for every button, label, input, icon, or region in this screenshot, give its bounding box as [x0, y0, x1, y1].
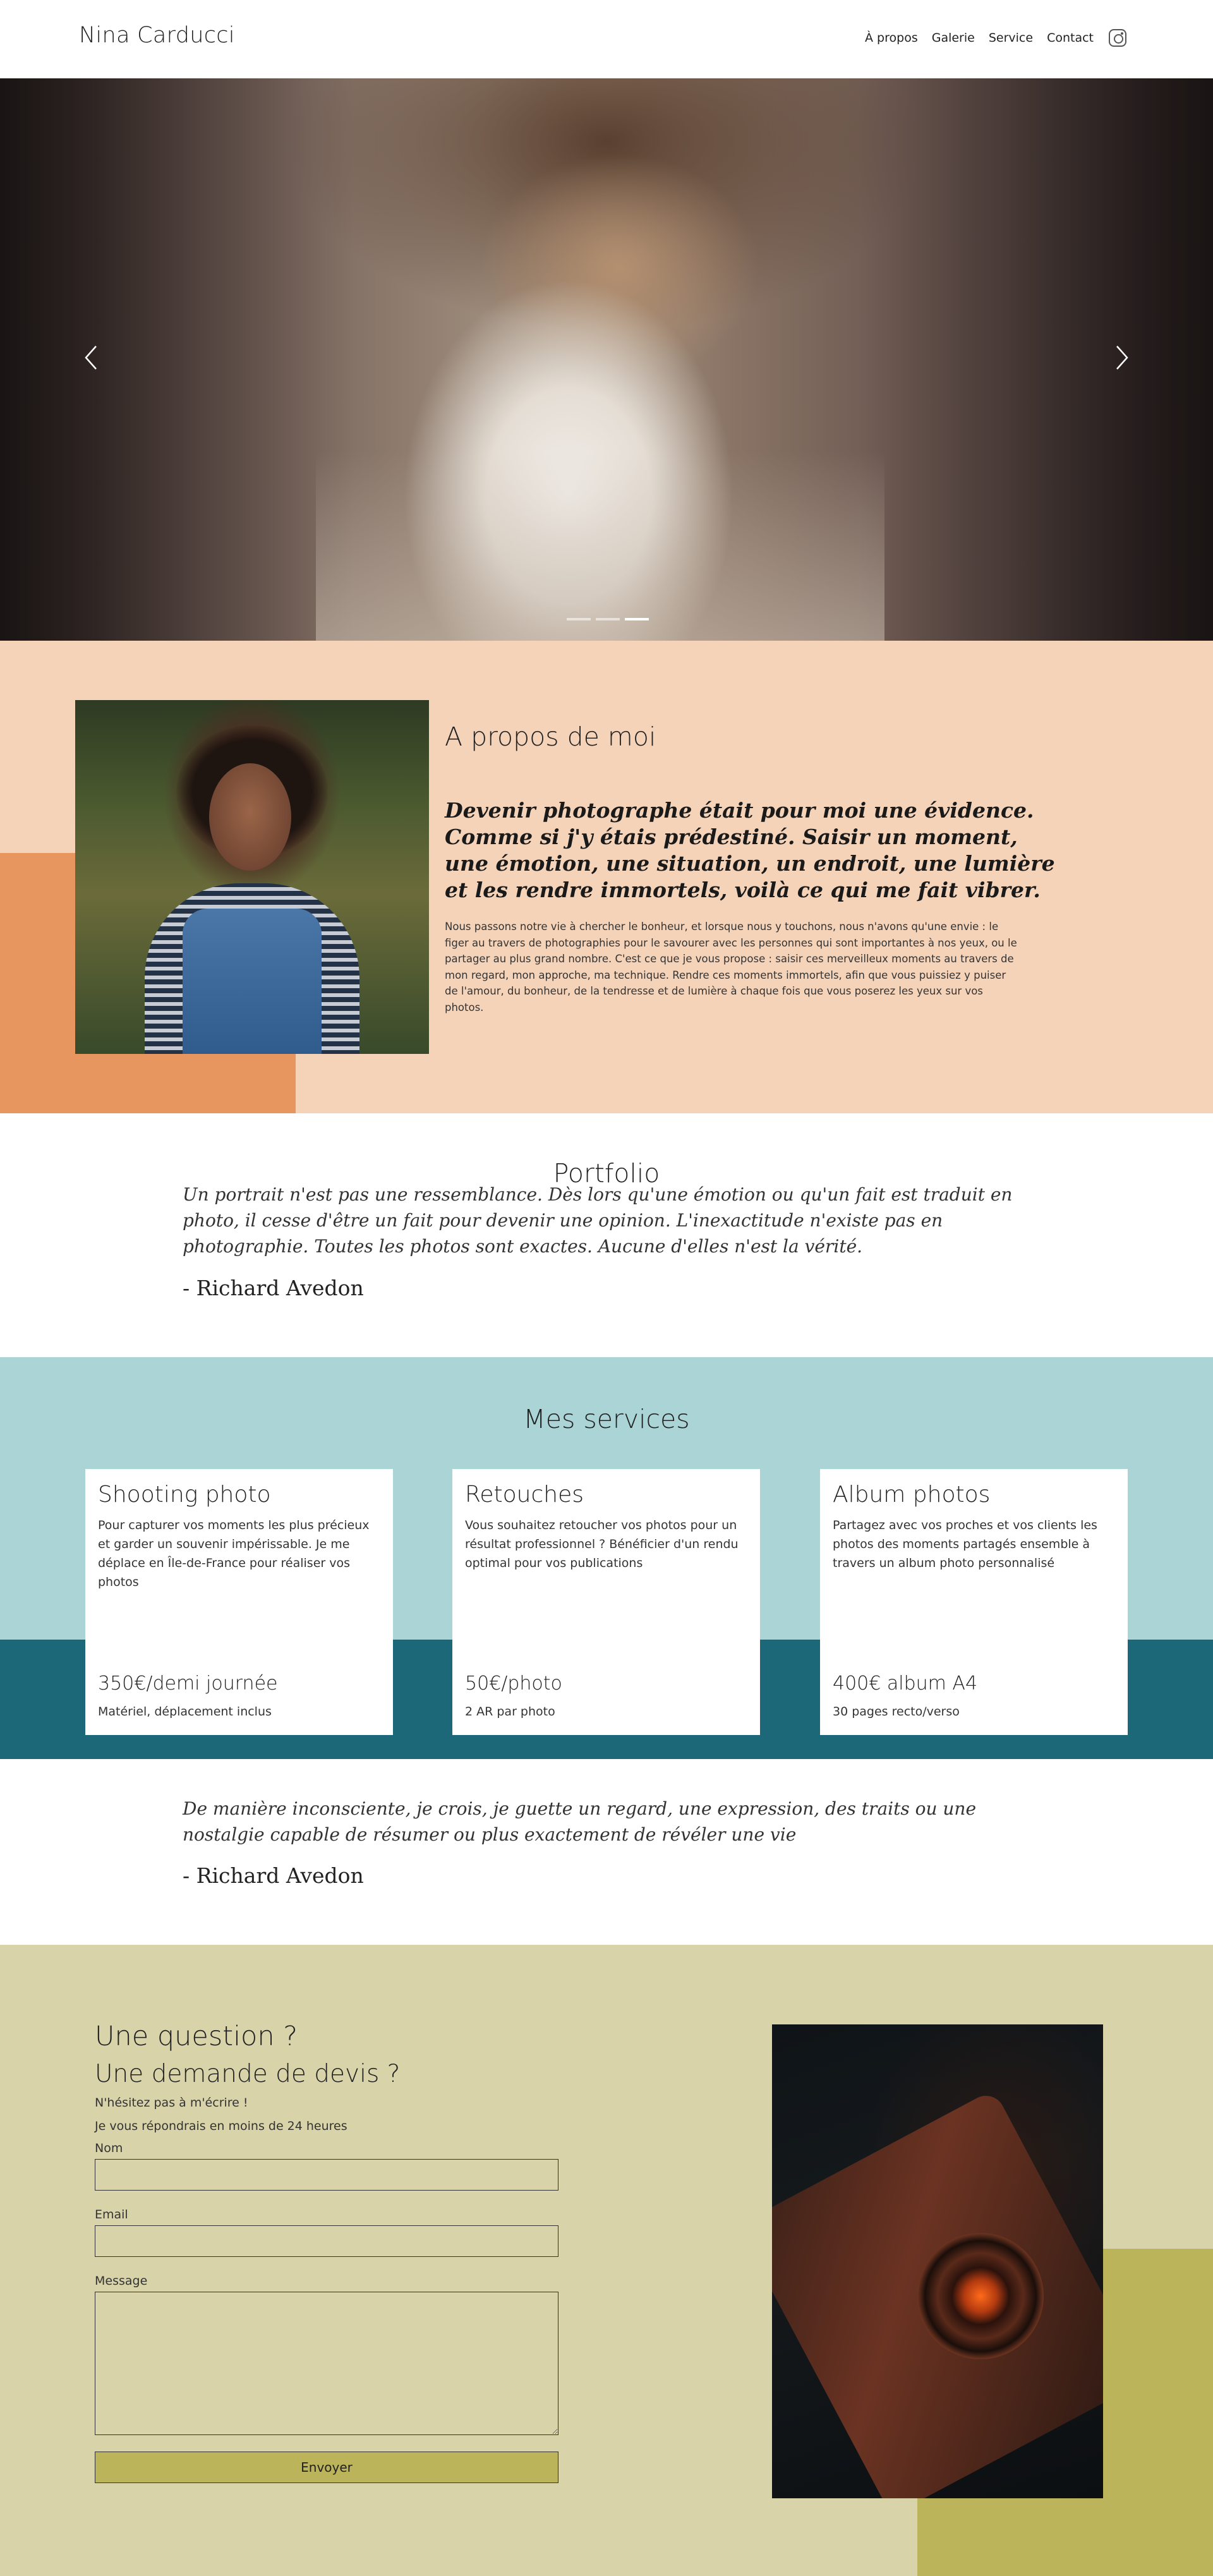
hero-carousel — [0, 78, 1213, 641]
carousel-indicator-1[interactable] — [567, 618, 591, 620]
about-text: Nous passons notre vie à chercher le bon… — [445, 921, 1017, 1013]
message-field[interactable] — [95, 2292, 558, 2435]
quote-author-1: - Richard Avedon — [183, 1276, 364, 1300]
service-card-price: 400€ album A4 — [833, 1672, 978, 1695]
service-card-album: Album photos Partagez avec vos proches e… — [820, 1469, 1128, 1735]
hero-image-overlay — [859, 78, 1213, 641]
send-button[interactable]: Envoyer — [95, 2452, 558, 2483]
service-card-price: 350€/demi journée — [98, 1672, 278, 1695]
main-nav: À propos Galerie Service Contact — [851, 29, 1126, 47]
service-card-title: Retouches — [465, 1482, 584, 1508]
message-label: Message — [95, 2274, 148, 2288]
service-card-note: Matériel, déplacement inclus — [98, 1705, 272, 1719]
services-title: Mes services — [523, 1404, 690, 1434]
camera-photo — [772, 2024, 1103, 2498]
hero-image — [0, 78, 354, 641]
name-label: Nom — [95, 2141, 123, 2155]
contact-intro: N'hésitez pas à m'écrire ! — [95, 2096, 248, 2110]
brand-name[interactable]: Nina Carducci — [79, 23, 235, 48]
portfolio-title: Portfolio — [553, 1158, 660, 1183]
nav-link-galerie[interactable]: Galerie — [932, 31, 975, 45]
contact-subheading: Une demande de devis ? — [95, 2060, 401, 2088]
service-card-title: Album photos — [833, 1482, 991, 1508]
carousel-indicators — [567, 618, 649, 620]
carousel-indicator-3[interactable] — [625, 618, 649, 620]
service-card-note: 2 AR par photo — [465, 1705, 555, 1719]
chevron-right-icon[interactable] — [1111, 344, 1132, 372]
service-card-price: 50€/photo — [465, 1672, 562, 1695]
portrait-photo — [75, 700, 429, 1054]
email-label: Email — [95, 2208, 128, 2222]
instagram-icon[interactable] — [1109, 29, 1126, 47]
avedon-quote-1: Un portrait n'est pas une ressemblance. … — [183, 1184, 1013, 1257]
service-card-retouches: Retouches Vous souhaitez retoucher vos p… — [452, 1469, 760, 1735]
nav-link-contact[interactable]: Contact — [1047, 31, 1094, 45]
nav-link-a-propos[interactable]: À propos — [865, 31, 918, 45]
carousel-indicator-2[interactable] — [596, 618, 620, 620]
chevron-left-icon[interactable] — [81, 344, 102, 372]
service-card-shooting: Shooting photo Pour capturer vos moments… — [85, 1469, 393, 1735]
avedon-quote-2: De manière inconsciente, je crois, je gu… — [183, 1798, 977, 1845]
about-title: A propos de moi — [445, 722, 656, 752]
quote-author-2: - Richard Avedon — [183, 1863, 364, 1888]
service-card-desc: Pour capturer vos moments les plus préci… — [98, 1518, 370, 1589]
service-card-desc: Partagez avec vos proches et vos clients… — [833, 1518, 1097, 1570]
hero-image-floor — [316, 451, 884, 641]
name-field[interactable] — [95, 2159, 558, 2191]
about-quote: Devenir photographe était pour moi une é… — [445, 798, 1055, 902]
contact-heading: Une question ? — [95, 2021, 298, 2052]
service-card-title: Shooting photo — [98, 1482, 271, 1508]
contact-response-time: Je vous répondrais en moins de 24 heures — [95, 2119, 347, 2133]
site-header: Nina Carducci À propos Galerie Service C… — [0, 0, 1213, 78]
service-card-desc: Vous souhaitez retoucher vos photos pour… — [465, 1518, 739, 1570]
service-card-note: 30 pages recto/verso — [833, 1705, 960, 1719]
email-field[interactable] — [95, 2225, 558, 2257]
nav-link-service[interactable]: Service — [989, 31, 1033, 45]
